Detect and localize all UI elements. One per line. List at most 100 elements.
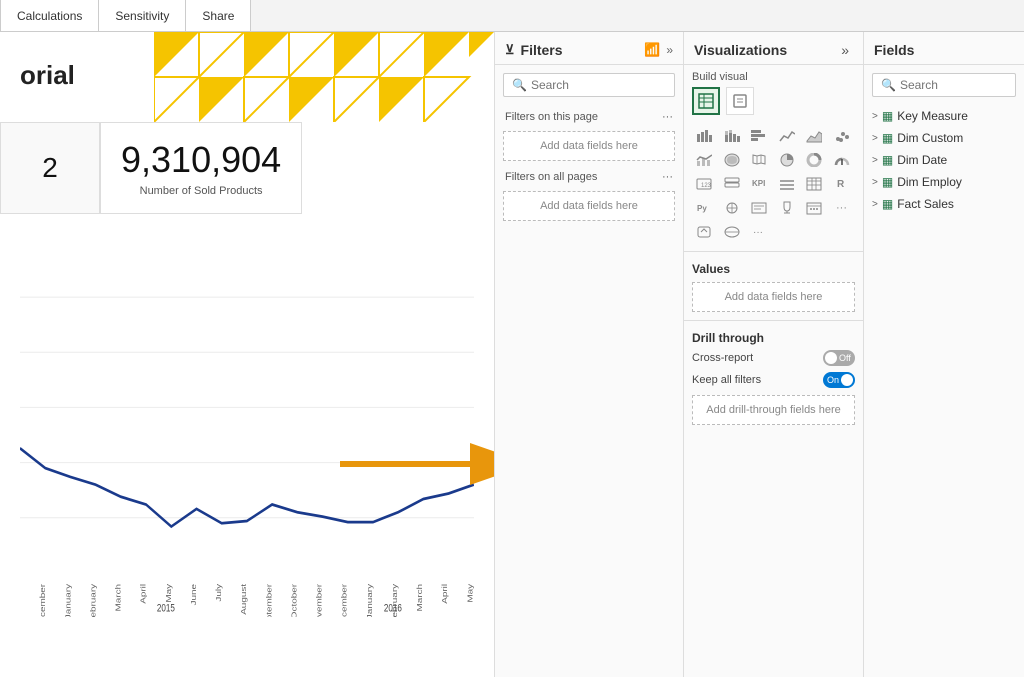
fields-search-box[interactable]: 🔍 bbox=[872, 73, 1016, 97]
field-item-dim-date[interactable]: > ▦ Dim Date bbox=[864, 149, 1024, 171]
search-icon: 🔍 bbox=[512, 78, 527, 92]
filters-search-box[interactable]: 🔍 bbox=[503, 73, 675, 97]
viz-icon-more[interactable]: ··· bbox=[830, 197, 854, 219]
viz-icon-bar-stacked[interactable] bbox=[720, 125, 744, 147]
viz-icon-pie[interactable] bbox=[775, 149, 799, 171]
yellow-triangles-decoration bbox=[154, 32, 494, 122]
wifi-icon[interactable]: 📶 bbox=[644, 42, 660, 58]
field-table-icon4: ▦ bbox=[882, 175, 893, 189]
viz-values-section: Values bbox=[684, 256, 863, 278]
field-item-dim-employ[interactable]: > ▦ Dim Employ bbox=[864, 171, 1024, 193]
svg-text:November: November bbox=[315, 584, 323, 617]
viz-icon-bar-h[interactable] bbox=[747, 125, 771, 147]
viz-icon-kpi[interactable]: KPI bbox=[747, 173, 771, 195]
viz-icon-table[interactable] bbox=[802, 173, 826, 195]
viz-drill-drop[interactable]: Add drill-through fields here bbox=[692, 395, 855, 425]
viz-build-icons bbox=[684, 87, 863, 121]
toggle-off-label: Off bbox=[839, 353, 851, 363]
field-item-fact-sales[interactable]: > ▦ Fact Sales bbox=[864, 193, 1024, 215]
top-tabs-bar: Calculations Sensitivity Share bbox=[0, 0, 1024, 32]
field-table-icon2: ▦ bbox=[882, 131, 893, 145]
viz-icon-map-fill[interactable] bbox=[720, 149, 744, 171]
filter-icon: ⊻ bbox=[505, 42, 515, 58]
viz-icon-scatter[interactable] bbox=[830, 125, 854, 147]
svg-text:···: ··· bbox=[836, 202, 847, 214]
viz-icon-expand2[interactable]: ··· bbox=[747, 221, 771, 243]
field-table-icon3: ▦ bbox=[882, 153, 893, 167]
divider bbox=[684, 251, 863, 252]
svg-text:···: ··· bbox=[753, 227, 763, 238]
filters-panel-header: ⊻ Filters 📶 » bbox=[495, 32, 683, 65]
svg-text:January: January bbox=[365, 583, 373, 617]
filters-on-this-page-label: Filters on this page ··· bbox=[495, 105, 683, 127]
svg-text:February: February bbox=[89, 583, 97, 617]
viz-icon-gauge[interactable] bbox=[830, 149, 854, 171]
svg-text:Py: Py bbox=[697, 204, 707, 213]
viz-build-format-icon[interactable] bbox=[726, 87, 754, 115]
svg-text:2016: 2016 bbox=[384, 602, 402, 615]
more-options-icon[interactable]: ··· bbox=[662, 111, 673, 123]
viz-panel-title: Visualizations bbox=[694, 42, 787, 58]
viz-icon-bar[interactable] bbox=[692, 125, 716, 147]
viz-icon-r[interactable]: R bbox=[830, 173, 854, 195]
toggle-knob bbox=[825, 352, 837, 364]
svg-text:October: October bbox=[290, 584, 298, 617]
filters-search-input[interactable] bbox=[531, 78, 666, 92]
svg-text:May: May bbox=[466, 583, 474, 602]
viz-icon-trophy[interactable] bbox=[775, 197, 799, 219]
svg-text:March: March bbox=[415, 584, 423, 612]
tab-share[interactable]: Share bbox=[186, 0, 251, 31]
cross-report-toggle[interactable]: Off bbox=[823, 350, 855, 366]
kpi-area: 2 9,310,904 Number of Sold Products bbox=[0, 122, 302, 214]
viz-icon-calendar[interactable] bbox=[802, 197, 826, 219]
svg-text:December: December bbox=[340, 584, 348, 617]
page-title: orial bbox=[20, 60, 75, 91]
keep-filters-toggle[interactable]: On bbox=[823, 372, 855, 388]
tab-calculations[interactable]: Calculations bbox=[0, 0, 99, 31]
viz-icon-area[interactable] bbox=[802, 125, 826, 147]
viz-keep-filters-row: Keep all filters On bbox=[684, 369, 863, 391]
svg-text:KPI: KPI bbox=[752, 179, 765, 188]
viz-icon-custom1[interactable] bbox=[692, 221, 716, 243]
viz-icon-line[interactable] bbox=[775, 125, 799, 147]
svg-text:July: July bbox=[214, 583, 222, 601]
filters-on-all-pages-label: Filters on all pages ··· bbox=[495, 165, 683, 187]
svg-text:March: March bbox=[114, 584, 122, 612]
viz-icon-text[interactable] bbox=[747, 197, 771, 219]
more-options-icon2[interactable]: ··· bbox=[662, 171, 673, 183]
kpi-main-label: Number of Sold Products bbox=[140, 185, 263, 197]
fields-panel: Fields 🔍 > ▦ Key Measure > ▦ Dim Custom … bbox=[864, 32, 1024, 677]
viz-build-label: Build visual bbox=[684, 65, 863, 87]
kpi-small-value: 2 bbox=[42, 152, 58, 184]
viz-icon-donut[interactable] bbox=[802, 149, 826, 171]
viz-values-drop[interactable]: Add data fields here bbox=[692, 282, 855, 312]
viz-icon-custom2[interactable] bbox=[720, 221, 744, 243]
viz-expand-btn[interactable]: » bbox=[837, 42, 853, 58]
main-area: orial 2 9,310,904 Number of Sold Product… bbox=[0, 32, 1024, 677]
toggle-knob-on bbox=[841, 374, 853, 386]
toggle-on-label: On bbox=[827, 375, 839, 385]
viz-build-table-icon[interactable] bbox=[692, 87, 720, 115]
field-item-dim-custom[interactable]: > ▦ Dim Custom bbox=[864, 127, 1024, 149]
svg-text:2015: 2015 bbox=[157, 602, 175, 615]
kpi-card-main: 9,310,904 Number of Sold Products bbox=[100, 122, 302, 214]
field-item-key-measures[interactable]: > ▦ Key Measure bbox=[864, 105, 1024, 127]
filters-all-pages-drop[interactable]: Add data fields here bbox=[503, 191, 675, 221]
viz-cross-report-row: Cross-report Off bbox=[684, 347, 863, 369]
filters-this-page-drop[interactable]: Add data fields here bbox=[503, 131, 675, 161]
expand-icon[interactable]: » bbox=[666, 43, 673, 57]
kpi-card-small: 2 bbox=[0, 122, 100, 214]
viz-icon-card[interactable]: 123 bbox=[692, 173, 716, 195]
viz-icon-slicer[interactable] bbox=[775, 173, 799, 195]
divider2 bbox=[684, 320, 863, 321]
tab-sensitivity[interactable]: Sensitivity bbox=[99, 0, 186, 31]
viz-icon-combo[interactable] bbox=[692, 149, 716, 171]
viz-icons-grid: 123 KPI R Py bbox=[684, 121, 863, 247]
viz-icon-map[interactable] bbox=[747, 149, 771, 171]
filters-panel: ⊻ Filters 📶 » 🔍 Filters on this page ···… bbox=[494, 32, 684, 677]
line-chart: November December January February March… bbox=[20, 242, 474, 617]
viz-icon-py[interactable]: Py bbox=[692, 197, 716, 219]
viz-icon-ai[interactable] bbox=[720, 197, 744, 219]
viz-icon-multirow-card[interactable] bbox=[720, 173, 744, 195]
fields-search-input[interactable] bbox=[900, 78, 1007, 92]
